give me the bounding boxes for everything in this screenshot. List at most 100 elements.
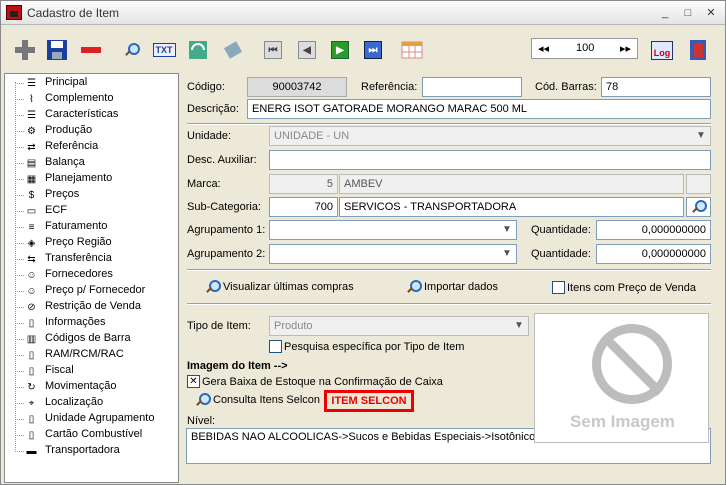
tree-item-label: RAM/RCM/RAC [45, 348, 124, 360]
tree-connector [15, 147, 24, 148]
pager-value[interactable]: 100 [576, 42, 594, 54]
tree-connector [15, 211, 24, 212]
reference-icon: ⇄ [27, 142, 36, 153]
tree-item-codigos-de-barra[interactable]: ▥ Códigos de Barra [5, 331, 180, 347]
doc-icon: ▯ [28, 414, 35, 425]
tipo-item-select[interactable]: Produto ▼ [269, 316, 529, 336]
desc-auxiliar-input[interactable] [269, 150, 711, 170]
item-image-placeholder[interactable]: Sem Imagem [534, 313, 709, 443]
tree-item-preco-regiao[interactable]: ◈ Preço Região [5, 235, 180, 251]
cod-barras-label: Cód. Barras: [535, 81, 597, 93]
quantidade2-label: Quantidade: [531, 248, 591, 260]
tree-item-faturamento[interactable]: ≡ Faturamento [5, 219, 180, 235]
tree-item-ecf[interactable]: ▭ ECF [5, 203, 180, 219]
chevron-down-icon[interactable]: ▼ [511, 318, 527, 334]
tree-connector [15, 115, 24, 116]
location-icon: ⌖ [28, 398, 35, 409]
tree-item-planejamento[interactable]: ▦ Planejamento [5, 171, 180, 187]
tree-connector [15, 131, 24, 132]
marca-code-input[interactable]: 5 [269, 174, 338, 194]
tree-item-transferencia[interactable]: ⇆ Transferência [5, 251, 180, 267]
tree-item-label: Informações [45, 316, 106, 328]
tree-item-balanca[interactable]: ▤ Balança [5, 155, 180, 171]
window-title: Cadastro de Item [27, 6, 120, 20]
separator [187, 303, 711, 305]
tree-item-restricao-de-venda[interactable]: ⊘ Restrição de Venda [5, 299, 180, 315]
consulta-selcon-button[interactable]: Consulta Itens Selcon [195, 393, 320, 407]
tree-item-label: ECF [45, 204, 67, 216]
prev-record-button[interactable]: ◀ [293, 36, 321, 64]
itens-preco-venda-checkbox[interactable] [552, 281, 565, 294]
separator [187, 123, 711, 125]
doc-icon: ▯ [28, 350, 35, 361]
delete-button[interactable] [77, 36, 105, 64]
tree-item-movimentacao[interactable]: ↻ Movimentação [5, 379, 180, 395]
item-selcon-badge: ITEM SELCON [324, 390, 414, 412]
exit-button[interactable] [684, 36, 712, 64]
app-icon [6, 5, 22, 20]
export-txt-button[interactable]: TXT [150, 36, 178, 64]
tree-item-caracteristicas[interactable]: ☰ Características [5, 107, 180, 123]
tree-item-label: Restrição de Venda [45, 300, 142, 312]
refresh-button[interactable] [184, 36, 212, 64]
marca-name-field: AMBEV [339, 174, 684, 194]
tree-item-fiscal[interactable]: ▯ Fiscal [5, 363, 180, 379]
attach-icon [223, 41, 243, 59]
gera-baixa-checkbox[interactable]: ✕ [187, 375, 200, 388]
pager-first-icon[interactable]: ◂◂ [538, 42, 549, 55]
attach-button[interactable] [219, 36, 247, 64]
pesquisa-especifica-label: Pesquisa específica por Tipo de Item [284, 341, 465, 353]
agrupamento2-select[interactable]: ▼ [269, 244, 517, 264]
tree-item-principal[interactable]: ☰ Principal [5, 75, 180, 91]
search-icon [195, 393, 211, 407]
referencia-input[interactable] [422, 77, 522, 97]
prev-icon: ◀ [298, 41, 316, 59]
minimize-button[interactable]: _ [656, 5, 674, 21]
save-button[interactable] [43, 36, 71, 64]
marca-search-button[interactable] [686, 174, 711, 194]
visualizar-compras-button[interactable]: Visualizar últimas compras [205, 280, 354, 294]
tree-item-ram-rcm-rac[interactable]: ▯ RAM/RCM/RAC [5, 347, 180, 363]
tree-item-localizacao[interactable]: ⌖ Localização [5, 395, 180, 411]
last-record-button[interactable]: ⏭ [359, 36, 387, 64]
search-icon [406, 280, 422, 294]
next-record-button[interactable]: ▶ [326, 36, 354, 64]
subcategoria-search-button[interactable] [686, 197, 711, 217]
subcategoria-code-input[interactable]: 700 [269, 197, 338, 217]
quantidade1-input[interactable]: 0,000000000 [596, 220, 711, 240]
first-record-button[interactable]: ⏮ [259, 36, 287, 64]
grid-button[interactable] [398, 36, 426, 64]
tree-item-referencia[interactable]: ⇄ Referência [5, 139, 180, 155]
tree-connector [15, 435, 24, 436]
tree-item-complemento[interactable]: ⌇ Complemento [5, 91, 180, 107]
importar-dados-button[interactable]: Importar dados [406, 280, 498, 294]
agrupamento2-label: Agrupamento 2: [187, 248, 266, 260]
tree-item-precos[interactable]: $ Preços [5, 187, 180, 203]
log-button[interactable]: Log [648, 36, 676, 64]
chevron-down-icon[interactable]: ▼ [499, 222, 515, 238]
tree-item-producao[interactable]: ⚙ Produção [5, 123, 180, 139]
chevron-down-icon[interactable]: ▼ [499, 246, 515, 262]
title-bar: Cadastro de Item _ □ ✕ [1, 1, 725, 25]
search-icon [691, 200, 707, 214]
pesquisa-especifica-checkbox[interactable] [269, 340, 282, 353]
tree-connector [15, 227, 24, 228]
maximize-button[interactable]: □ [679, 5, 697, 21]
tree-item-transportadora[interactable]: ▬ Transportadora [5, 443, 180, 459]
cod-barras-input[interactable]: 78 [601, 77, 711, 97]
tree-item-fornecedores[interactable]: ☺ Fornecedores [5, 267, 180, 283]
tree-item-unidade-agrupamento[interactable]: ▯ Unidade Agrupamento [5, 411, 180, 427]
quantidade2-input[interactable]: 0,000000000 [596, 244, 711, 264]
tree-item-informacoes[interactable]: ▯ Informações [5, 315, 180, 331]
tree-item-preco-p-fornecedor[interactable]: ☺ Preço p/ Fornecedor [5, 283, 180, 299]
tree-item-cartao-combustivel[interactable]: ▯ Cartão Combustível [5, 427, 180, 443]
descricao-input[interactable]: ENERG ISOT GATORADE MORANGO MARAC 500 ML [247, 99, 711, 119]
chevron-down-icon[interactable]: ▼ [693, 128, 709, 144]
agrupamento1-select[interactable]: ▼ [269, 220, 517, 240]
unidade-select[interactable]: UNIDADE - UN ▼ [269, 126, 711, 146]
add-button[interactable] [11, 36, 39, 64]
search-button[interactable] [117, 36, 145, 64]
close-button[interactable]: ✕ [702, 5, 720, 21]
pager-last-icon[interactable]: ▸▸ [620, 42, 631, 55]
record-pager[interactable]: ◂◂ 100 ▸▸ [531, 38, 638, 59]
